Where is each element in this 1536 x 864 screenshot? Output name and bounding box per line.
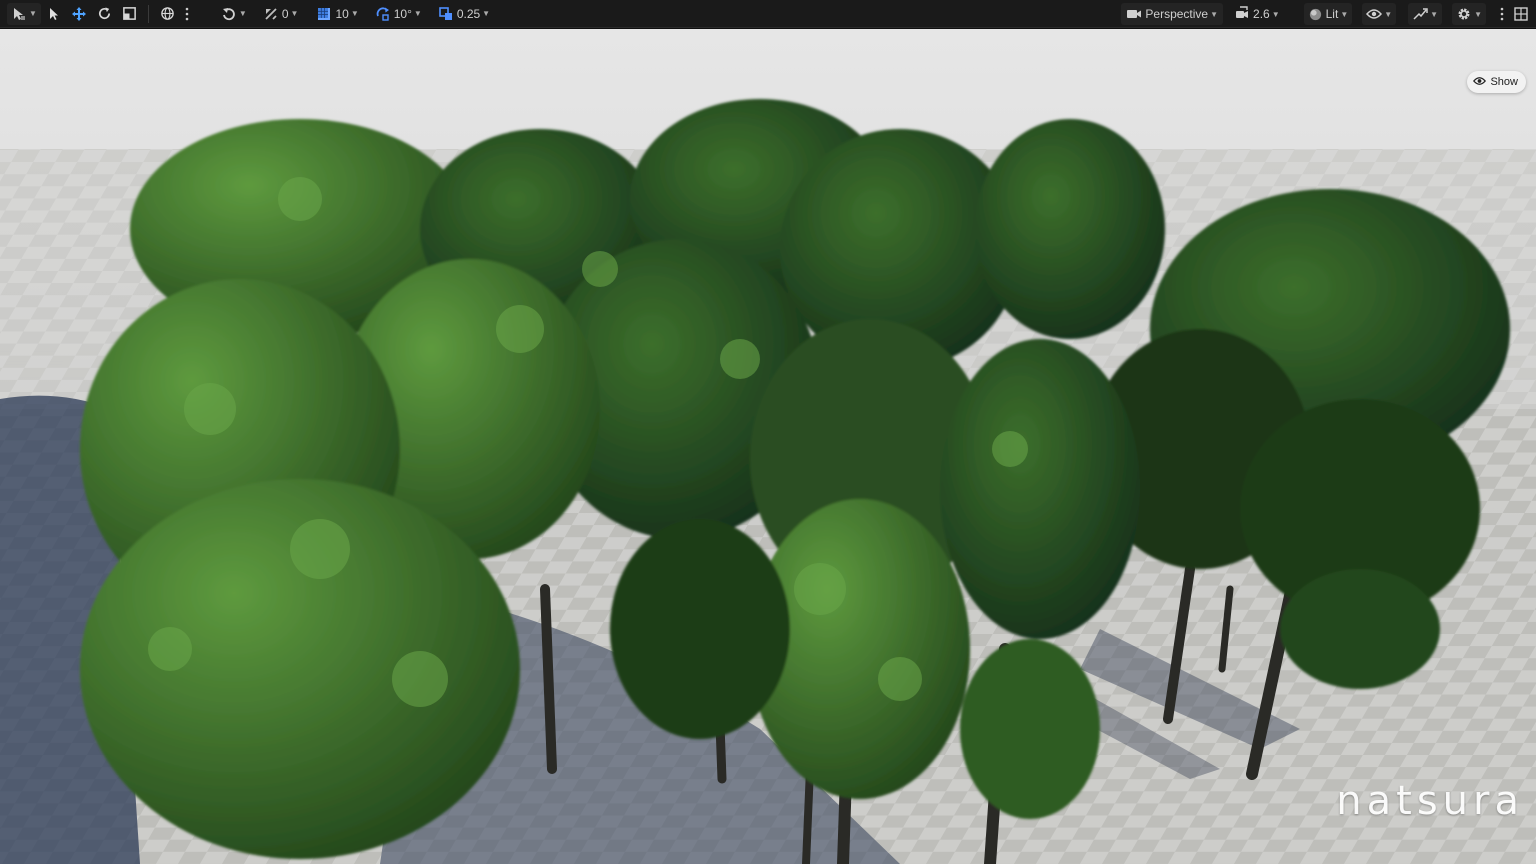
camera-icon	[1126, 7, 1142, 21]
scale-snap-value: 0.25	[456, 6, 481, 21]
move-tool-button[interactable]	[67, 3, 91, 25]
chevron-down-icon: ▼	[1340, 9, 1349, 19]
grid-snap-icon	[316, 6, 332, 22]
realtime-icon	[1412, 7, 1428, 21]
lit-sphere-icon	[1308, 7, 1323, 22]
settings-dropdown[interactable]: ▼	[1452, 3, 1486, 25]
show-button-label: Show	[1490, 76, 1518, 88]
rotation-snap-value: 10°	[393, 6, 412, 21]
forest-scene-render	[0, 29, 1536, 864]
translate-snap-value: 0	[281, 6, 289, 21]
chevron-down-icon: ▼	[1474, 9, 1482, 19]
lighting-mode-dropdown[interactable]: Lit ▼	[1303, 3, 1353, 25]
camera-speed-value: 2.6	[1253, 7, 1270, 21]
chevron-down-icon: ▼	[238, 9, 247, 18]
viewport-layout-button[interactable]	[1510, 3, 1532, 25]
view-mode-dropdown[interactable]: Perspective ▼	[1121, 3, 1224, 25]
camera-speed-icon	[1234, 6, 1250, 22]
surface-snap-icon	[221, 6, 237, 22]
scale-icon	[122, 6, 137, 21]
chevron-down-icon: ▼	[1271, 9, 1280, 19]
transform-tools: ▼	[6, 0, 142, 28]
chevron-down-icon: ▼	[29, 9, 37, 18]
grid-snap-dropdown[interactable]: 10 ▼	[312, 3, 362, 25]
toolbar-divider	[147, 4, 149, 23]
scale-snap-dropdown[interactable]: 0.25 ▼	[434, 3, 494, 25]
move-icon	[71, 6, 87, 22]
translate-snap-icon	[263, 6, 279, 22]
grid-snap-value: 10	[335, 6, 349, 21]
natsura-watermark: natsura	[1336, 778, 1524, 824]
rotate-tool-button[interactable]	[93, 3, 116, 25]
select-tool-button[interactable]	[43, 3, 65, 25]
show-button[interactable]: Show	[1467, 71, 1526, 93]
chevron-down-icon: ▼	[1430, 9, 1439, 19]
chevron-down-icon: ▼	[350, 9, 359, 18]
kebab-icon	[1500, 7, 1504, 21]
world-local-toggle[interactable]	[156, 3, 179, 25]
realtime-dropdown[interactable]: ▼	[1408, 3, 1443, 25]
pointer-icon	[47, 7, 61, 21]
eye-icon	[1473, 76, 1490, 89]
chevron-down-icon: ▼	[1384, 9, 1393, 19]
rotation-snap-dropdown[interactable]: 10° ▼	[371, 3, 426, 25]
chevron-down-icon: ▼	[1210, 9, 1219, 19]
rotate-icon	[97, 6, 112, 21]
level-viewport[interactable]: Show natsura	[0, 29, 1536, 864]
chevron-down-icon: ▼	[290, 9, 299, 18]
settings-icon	[1456, 6, 1472, 22]
show-eye-icon	[1366, 8, 1383, 20]
surface-snap-dropdown[interactable]: ▼	[217, 3, 251, 25]
select-mode-icon	[11, 6, 27, 22]
more-options-button[interactable]	[181, 3, 193, 25]
rotation-snap-icon	[375, 6, 391, 22]
world-local-icon	[160, 6, 175, 21]
select-mode-dropdown[interactable]: ▼	[7, 2, 41, 25]
viewport-menu-button[interactable]	[1496, 3, 1508, 25]
viewport-options: Perspective ▼ 2.6 ▼ Lit ▼ ▼ ▼ ▼	[1120, 0, 1536, 28]
lighting-mode-label: Lit	[1325, 7, 1339, 21]
viewport-toolbar: ▼ ▼ 0 ▼ 10 ▼ 10° ▼ 0.25 ▼ Perspective ▼ …	[0, 0, 1536, 28]
layout-icon	[1514, 7, 1528, 21]
camera-speed-dropdown[interactable]: 2.6 ▼	[1230, 3, 1284, 25]
more-icon	[185, 7, 189, 21]
translate-snap-dropdown[interactable]: 0 ▼	[259, 3, 303, 25]
chevron-down-icon: ▼	[482, 9, 491, 18]
view-mode-label: Perspective	[1145, 7, 1209, 21]
chevron-down-icon: ▼	[413, 9, 422, 18]
show-flags-dropdown[interactable]: ▼	[1362, 3, 1397, 25]
scale-snap-icon	[438, 6, 454, 22]
scale-tool-button[interactable]	[118, 3, 141, 25]
